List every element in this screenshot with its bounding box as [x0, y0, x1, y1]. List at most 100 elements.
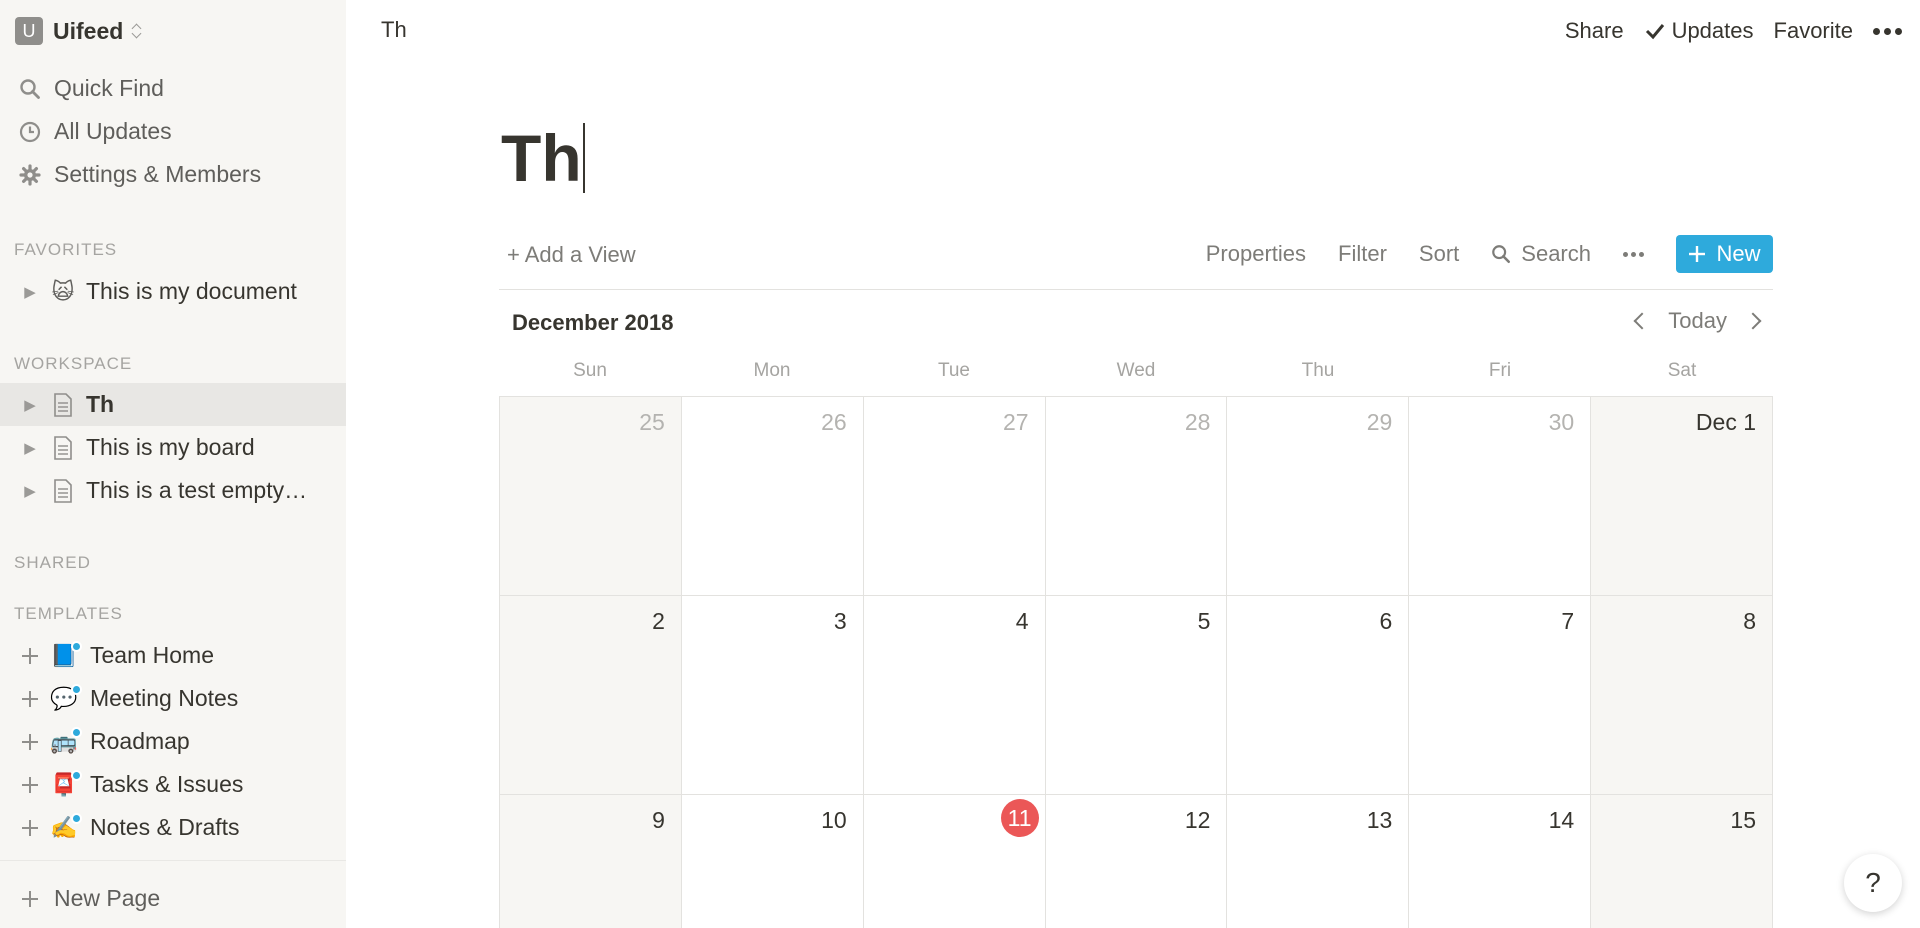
calendar-day[interactable]: 25: [500, 397, 682, 596]
today-marker: 11: [1000, 799, 1039, 837]
sidebar-item-favorite-document[interactable]: ▶ 🙀 This is my document: [0, 270, 346, 313]
day-number: 13: [1366, 807, 1393, 833]
plus-icon: [1689, 246, 1706, 262]
new-button[interactable]: New: [1676, 235, 1773, 273]
sidebar-item-page-th[interactable]: ▶ Th: [0, 383, 346, 426]
calendar-day[interactable]: 3: [681, 596, 864, 795]
expand-triangle-icon[interactable]: ▶: [20, 482, 40, 500]
workspace-name: Uifeed: [53, 17, 124, 44]
day-number: 12: [1184, 807, 1211, 833]
sidebar-item-label: Quick Find: [54, 75, 164, 101]
properties-button[interactable]: Properties: [1206, 241, 1306, 267]
day-number: 6: [1379, 608, 1393, 634]
calendar-week: 9 10 11 12 13 14 15: [500, 795, 1774, 928]
calendar-day[interactable]: 15: [1591, 795, 1774, 928]
calendar-day[interactable]: 27: [863, 397, 1046, 596]
favorite-button[interactable]: Favorite: [1774, 14, 1853, 48]
weekday-label: Mon: [753, 360, 791, 381]
updates-button[interactable]: Updates: [1644, 14, 1754, 48]
calendar-day[interactable]: 26: [681, 397, 864, 596]
calendar-day[interactable]: 12: [1045, 795, 1228, 928]
sidebar-item-page-board[interactable]: ▶ This is my board: [0, 426, 346, 469]
calendar-day[interactable]: 28: [1045, 397, 1228, 596]
share-button[interactable]: Share: [1565, 14, 1624, 48]
sort-button[interactable]: Sort: [1419, 241, 1459, 267]
plus-icon[interactable]: [18, 646, 42, 666]
day-number: 15: [1730, 807, 1757, 833]
template-item-meeting-notes[interactable]: 💬 Meeting Notes: [0, 677, 346, 720]
calendar-day[interactable]: Dec 1: [1591, 397, 1774, 596]
plus-icon[interactable]: [18, 732, 42, 752]
template-item-roadmap[interactable]: 🚌 Roadmap: [0, 720, 346, 763]
calendar-day[interactable]: 9: [500, 795, 682, 928]
template-emoji-icon: 💬: [50, 683, 82, 712]
add-view-button[interactable]: + Add a View: [507, 242, 636, 268]
page-title[interactable]: Th: [501, 118, 585, 198]
month-label: December 2018: [512, 310, 674, 335]
plus-icon: [18, 887, 42, 911]
expand-triangle-icon[interactable]: ▶: [20, 283, 40, 301]
expand-triangle-icon[interactable]: ▶: [20, 396, 40, 414]
template-emoji-icon: 🚌: [50, 726, 82, 755]
clock-icon: [18, 120, 42, 144]
topbar-actions: Share Updates Favorite: [1545, 14, 1902, 48]
calendar-day[interactable]: 7: [1409, 596, 1592, 795]
new-page-button[interactable]: New Page: [0, 877, 346, 920]
chevron-updown-icon: [131, 22, 143, 40]
template-item-team-home[interactable]: 📘 Team Home: [0, 634, 346, 677]
calendar-day[interactable]: 5: [1045, 596, 1228, 795]
day-number: 29: [1366, 409, 1393, 435]
template-item-notes-drafts[interactable]: ✍️ Notes & Drafts: [0, 806, 346, 849]
calendar-day[interactable]: 14: [1409, 795, 1592, 928]
plus-icon[interactable]: [18, 689, 42, 709]
plus-icon[interactable]: [18, 818, 42, 838]
page-icon: [50, 478, 76, 503]
filter-button[interactable]: Filter: [1338, 241, 1387, 267]
favorites-heading: FAVORITES: [14, 240, 118, 259]
page-icon: [50, 435, 76, 460]
workspace-switcher[interactable]: U Uifeed: [15, 16, 143, 46]
shared-heading: SHARED: [14, 553, 91, 572]
calendar-day[interactable]: 30: [1409, 397, 1592, 596]
calendar-day[interactable]: 13: [1227, 795, 1410, 928]
sidebar-item-label: This is my document: [86, 278, 297, 304]
search-button[interactable]: Search: [1491, 241, 1591, 267]
calendar-nav: Today: [1633, 308, 1762, 334]
sidebar-item-all-updates[interactable]: All Updates: [0, 110, 346, 153]
template-item-tasks-issues[interactable]: 📮 Tasks & Issues: [0, 763, 346, 806]
sidebar-item-quick-find[interactable]: Quick Find: [0, 67, 346, 110]
chevron-left-icon[interactable]: [1633, 312, 1651, 330]
view-more-icon[interactable]: [1623, 251, 1644, 257]
calendar-day[interactable]: 4: [863, 596, 1046, 795]
updates-label: Updates: [1671, 18, 1754, 43]
help-button[interactable]: ?: [1844, 854, 1902, 912]
plus-icon[interactable]: [18, 775, 42, 795]
day-number: 25: [639, 409, 665, 435]
calendar-day[interactable]: 10: [681, 795, 864, 928]
chevron-right-icon[interactable]: [1744, 312, 1762, 330]
day-number: 26: [821, 409, 847, 435]
workspace-avatar: U: [15, 17, 43, 45]
expand-triangle-icon[interactable]: ▶: [20, 439, 40, 457]
calendar-day[interactable]: 8: [1591, 596, 1774, 795]
sidebar-item-settings[interactable]: Settings & Members: [0, 153, 346, 196]
view-controls: Properties Filter Sort Search New: [1174, 234, 1773, 274]
sidebar-item-label: Team Home: [90, 642, 214, 668]
day-number: 8: [1743, 608, 1757, 634]
sidebar-item-label: This is a test empty…: [86, 477, 308, 503]
calendar-day[interactable]: 6: [1227, 596, 1410, 795]
search-label: Search: [1521, 241, 1591, 266]
day-number: 10: [821, 807, 847, 833]
breadcrumb[interactable]: Th: [381, 17, 407, 43]
calendar-day-today[interactable]: 11: [863, 795, 1046, 928]
calendar-day[interactable]: 29: [1227, 397, 1410, 596]
weekday-label: Thu: [1301, 360, 1335, 381]
sidebar-item-page-test-empty[interactable]: ▶ This is a test empty…: [0, 469, 346, 512]
calendar-day[interactable]: 2: [500, 596, 682, 795]
day-number: 7: [1561, 608, 1575, 634]
sidebar-item-label: Settings & Members: [54, 161, 262, 187]
more-options-icon[interactable]: [1873, 27, 1902, 35]
today-button[interactable]: Today: [1668, 308, 1727, 334]
sidebar-divider: [0, 860, 346, 861]
sidebar-item-label: Meeting Notes: [90, 685, 239, 711]
